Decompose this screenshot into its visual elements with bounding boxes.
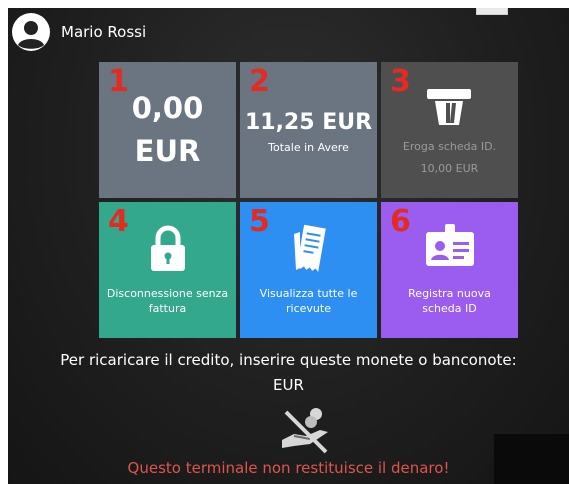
- user-bar: Mario Rossi: [12, 12, 146, 52]
- balance-amount: 0,00 EUR: [131, 91, 204, 168]
- view-receipts-button[interactable]: 5 Visualizza tutte le ricevute: [240, 202, 377, 338]
- dispense-price: 10,00 EUR: [420, 162, 479, 175]
- accepted-currency: EUR: [273, 376, 304, 394]
- window-control: [476, 8, 508, 15]
- register-id-card-button[interactable]: 6 Registra nuova scheda ID: [381, 202, 518, 338]
- lock-icon: [150, 225, 185, 271]
- logout-without-invoice-button[interactable]: 4 Disconnessione senza fattura: [99, 202, 236, 338]
- user-name: Mario Rossi: [61, 23, 147, 41]
- no-refund-warning: Questo terminale non restituisce il dena…: [127, 459, 450, 477]
- receipts-icon: [293, 224, 326, 272]
- dispense-label: Eroga scheda ID.: [402, 140, 497, 153]
- register-id-label: Registra nuova scheda ID: [408, 287, 491, 315]
- kiosk-screen: Mario Rossi 1 0,00 EUR 2 11,25 EUR Total…: [8, 8, 569, 484]
- credit-tile[interactable]: 2 11,25 EUR Totale in Avere: [240, 62, 377, 198]
- user-avatar-icon: [12, 13, 50, 51]
- card-dispense-icon: [427, 89, 471, 125]
- tile-number: 3: [390, 64, 411, 99]
- credit-amount: 11,25 EUR: [244, 110, 373, 135]
- logout-label: Disconnessione senza fattura: [106, 287, 229, 315]
- balance-tile[interactable]: 1 0,00 EUR: [99, 62, 236, 198]
- recharge-instruction: Per ricaricare il credito, inserire ques…: [60, 351, 517, 369]
- tile-number: 2: [249, 64, 270, 99]
- dispense-id-card-tile[interactable]: 3 Eroga scheda ID. 10,00 EUR: [381, 62, 518, 198]
- receipts-label: Visualizza tutte le ricevute: [259, 287, 358, 315]
- credit-subtitle: Totale in Avere: [268, 141, 349, 154]
- id-card-icon: [425, 224, 474, 266]
- no-cash-icon: [282, 408, 328, 454]
